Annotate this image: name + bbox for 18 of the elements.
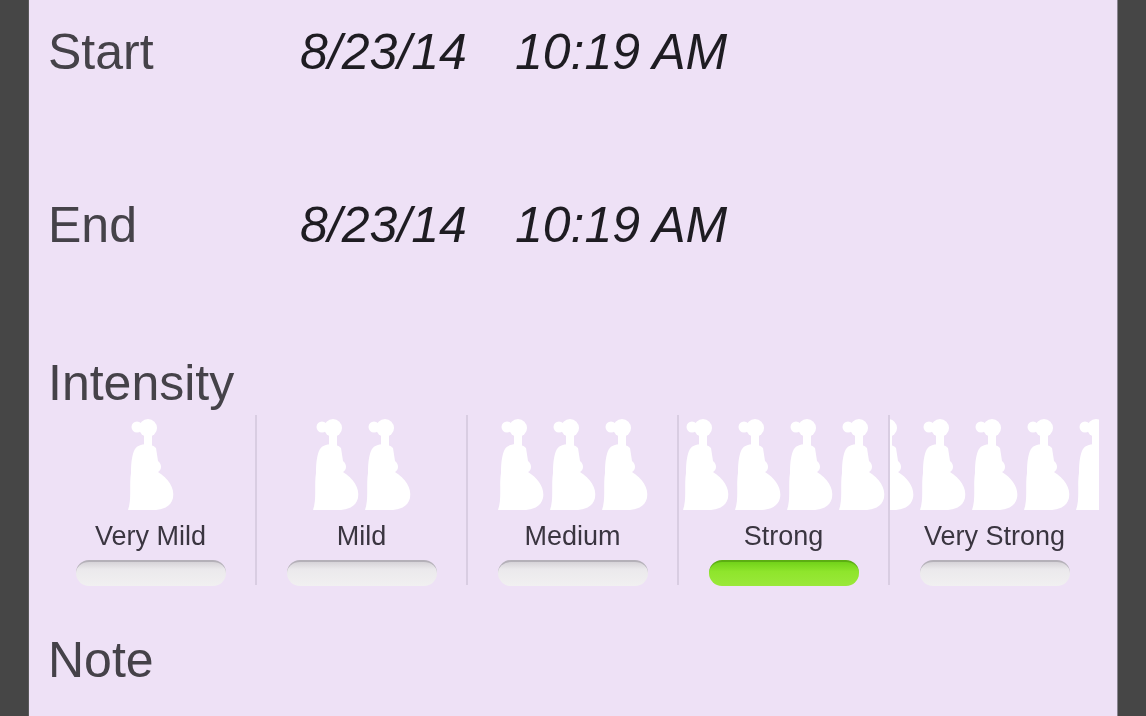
selection-indicator[interactable] bbox=[286, 560, 437, 586]
intensity-label: Strong bbox=[743, 520, 824, 552]
intensity-label: Very Mild bbox=[94, 520, 206, 552]
date-value[interactable]: 8/23/14 bbox=[300, 23, 467, 81]
section-label: Note bbox=[48, 631, 154, 689]
field-label: End bbox=[48, 196, 137, 254]
intensity-label: Very Strong bbox=[923, 520, 1066, 552]
field-label: Start bbox=[48, 23, 154, 81]
selection-indicator[interactable] bbox=[497, 560, 648, 586]
intensity-label: Medium bbox=[524, 520, 621, 552]
intensity-label: Mild bbox=[336, 520, 387, 552]
section-label: Intensity bbox=[48, 354, 235, 412]
selection-indicator[interactable] bbox=[919, 560, 1070, 586]
selection-indicator[interactable] bbox=[708, 560, 859, 586]
time-value[interactable]: 10:19 AM bbox=[515, 196, 728, 254]
date-value[interactable]: 8/23/14 bbox=[300, 196, 467, 254]
time-value[interactable]: 10:19 AM bbox=[515, 23, 728, 81]
selection-indicator[interactable] bbox=[75, 560, 226, 586]
